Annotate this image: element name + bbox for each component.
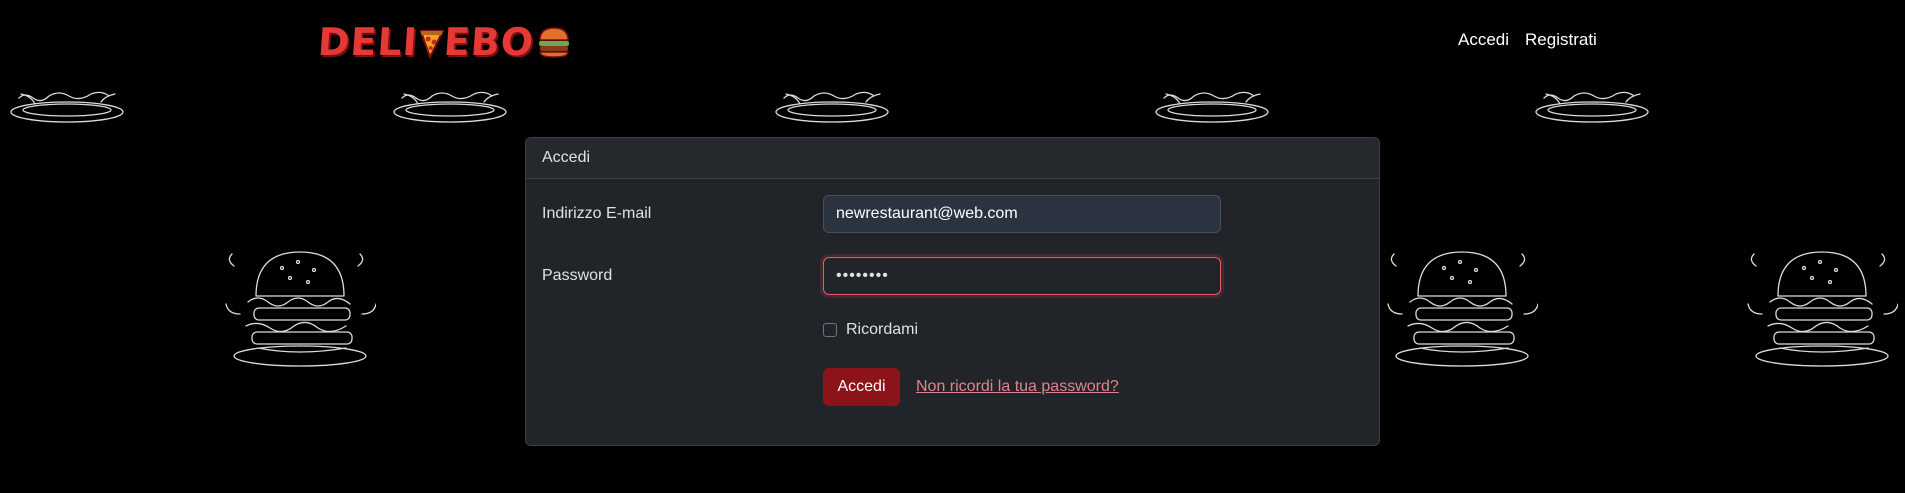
- email-row: Indirizzo E-mail: [542, 205, 651, 223]
- password-label: Password: [542, 267, 613, 284]
- brand-logo[interactable]: DELI EBO: [316, 18, 572, 66]
- email-label: Indirizzo E-mail: [542, 205, 652, 222]
- login-card: Accedi Indirizzo E-mail Password Ricorda…: [525, 137, 1380, 446]
- nav-login-link[interactable]: Accedi: [1458, 30, 1509, 50]
- plate-doodle-1: [10, 91, 124, 123]
- nav-register-link[interactable]: Registrati: [1525, 30, 1597, 50]
- pizza-slice-icon: [419, 30, 445, 60]
- card-header: Accedi: [526, 138, 1379, 179]
- plate-doodle-2: [393, 91, 507, 123]
- plate-doodle-3: [775, 91, 889, 123]
- login-submit-button[interactable]: Accedi: [823, 368, 900, 406]
- page: DELI EBO Accedi Registrati Accedi Indiri…: [0, 0, 1905, 493]
- plate-doodle-4: [1155, 91, 1269, 123]
- password-row: Password: [542, 267, 612, 285]
- nav-links: Accedi Registrati: [1458, 30, 1597, 50]
- plate-doodle-5: [1535, 91, 1649, 123]
- logo-text-start: DELI: [316, 20, 420, 64]
- forgot-password-link[interactable]: Non ricordi la tua password?: [916, 378, 1119, 396]
- logo-text-end: EBO: [442, 20, 536, 64]
- navbar: DELI EBO Accedi Registrati: [0, 0, 1905, 84]
- burger-icon: [1387, 251, 1538, 367]
- logo-text: DELI EBO: [316, 20, 535, 64]
- remember-label[interactable]: Ricordami: [846, 321, 918, 339]
- password-field[interactable]: [823, 257, 1221, 295]
- email-field[interactable]: [823, 195, 1221, 233]
- burger-icon: [225, 251, 376, 367]
- remember-row: Ricordami: [823, 321, 918, 339]
- burger-logo-icon: [539, 27, 570, 58]
- remember-checkbox[interactable]: [823, 323, 837, 337]
- burger-icon: [1747, 251, 1898, 367]
